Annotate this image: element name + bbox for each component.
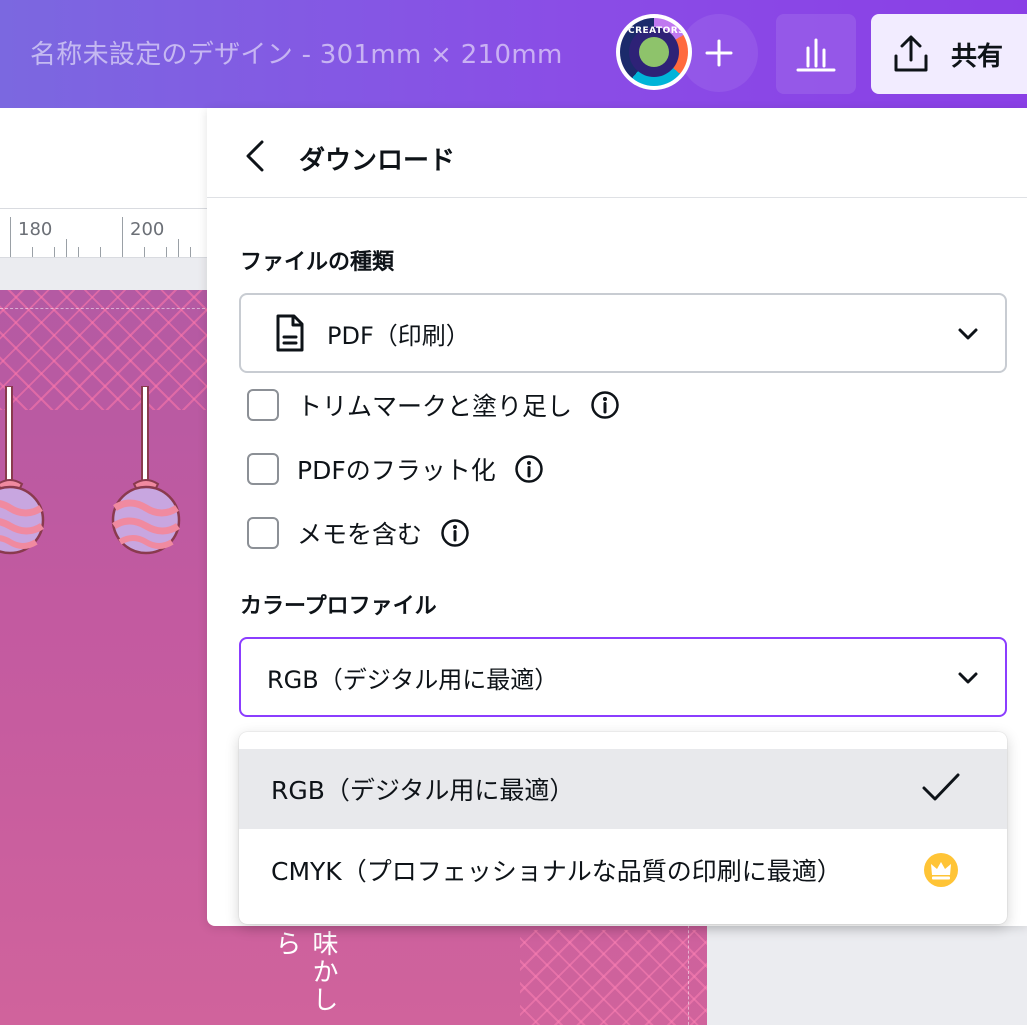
bar-chart-icon <box>796 38 836 72</box>
ruler-tick <box>166 247 167 257</box>
ruler-tick <box>66 239 67 257</box>
share-label: 共有 <box>951 41 1004 72</box>
plus-icon <box>705 39 733 67</box>
avatar-face-icon <box>639 37 669 67</box>
avatar[interactable]: CREATORS <box>616 14 692 90</box>
document-title[interactable]: 名称未設定のデザイン - 301mm × 210mm <box>30 34 563 71</box>
bleed-guide <box>0 308 210 309</box>
insights-button[interactable] <box>776 14 856 94</box>
ruler-tick <box>144 247 145 257</box>
color-profile-label: カラープロファイル <box>240 594 437 619</box>
ruler-tick <box>122 217 123 257</box>
ruler-label-180: 180 <box>18 219 53 240</box>
ruler-tick <box>10 217 11 257</box>
bleed-guide <box>688 920 689 1025</box>
menu-item-label: RGB（デジタル用に最適） <box>271 776 575 805</box>
avatar-badge: CREATORS <box>620 18 688 86</box>
share-upload-icon <box>894 35 928 72</box>
horizontal-ruler: 180 200 <box>0 208 210 258</box>
flatten-pdf-label: PDFのフラット化 <box>297 456 496 485</box>
chevron-down-icon <box>958 672 978 684</box>
crosshatch-pattern <box>520 930 707 1025</box>
flatten-pdf-checkbox[interactable] <box>247 453 279 485</box>
checkmark-icon <box>922 773 960 801</box>
candy-apple-illustration <box>0 386 45 555</box>
ruler-tick <box>100 247 101 257</box>
file-type-value: PDF（印刷） <box>327 321 470 350</box>
color-profile-dropdown: RGB（デジタル用に最適） CMYK（プロフェッショナルな品質の印刷に最適） <box>239 732 1007 924</box>
design-vertical-text: 味かしら <box>271 930 338 1014</box>
file-type-label: ファイルの種類 <box>240 250 395 275</box>
chevron-down-icon <box>958 328 978 340</box>
menu-item-label: CMYK（プロフェッショナルな品質の印刷に最適） <box>271 857 842 886</box>
include-notes-label: メモを含む <box>297 520 423 549</box>
info-icon[interactable] <box>590 390 620 420</box>
top-bar: 名称未設定のデザイン - 301mm × 210mm CREATORS 共有 <box>0 0 1027 108</box>
color-profile-select[interactable]: RGB（デジタル用に最適） <box>239 637 1007 717</box>
option-trim-marks[interactable]: トリムマークと塗り足し <box>247 385 620 425</box>
info-icon[interactable] <box>514 454 544 484</box>
document-icon <box>276 314 304 352</box>
trim-marks-label: トリムマークと塗り足し <box>297 392 573 421</box>
panel-header: ダウンロード <box>207 108 1027 198</box>
panel-title: ダウンロード <box>299 146 456 176</box>
ruler-label-200: 200 <box>130 219 165 240</box>
menu-item-rgb[interactable]: RGB（デジタル用に最適） <box>239 749 1007 829</box>
info-icon[interactable] <box>440 518 470 548</box>
back-button[interactable] <box>239 138 271 174</box>
color-profile-value: RGB（デジタル用に最適） <box>267 665 559 694</box>
option-flatten-pdf[interactable]: PDFのフラット化 <box>247 449 544 489</box>
file-type-select[interactable]: PDF（印刷） <box>239 293 1007 373</box>
crown-premium-icon <box>924 853 958 887</box>
trim-marks-checkbox[interactable] <box>247 389 279 421</box>
candy-apple-illustration <box>111 386 181 555</box>
ruler-tick <box>178 239 179 257</box>
ruler-tick <box>32 247 33 257</box>
option-include-notes[interactable]: メモを含む <box>247 513 470 553</box>
avatar-label: CREATORS <box>628 26 686 36</box>
menu-item-cmyk[interactable]: CMYK（プロフェッショナルな品質の印刷に最適） <box>239 830 1007 910</box>
ruler-tick <box>190 247 191 257</box>
ruler-tick <box>54 247 55 257</box>
editor-toolbar <box>0 108 210 208</box>
include-notes-checkbox[interactable] <box>247 517 279 549</box>
chevron-left-icon <box>246 140 264 172</box>
share-button[interactable]: 共有 <box>871 14 1027 94</box>
ruler-tick <box>78 247 79 257</box>
